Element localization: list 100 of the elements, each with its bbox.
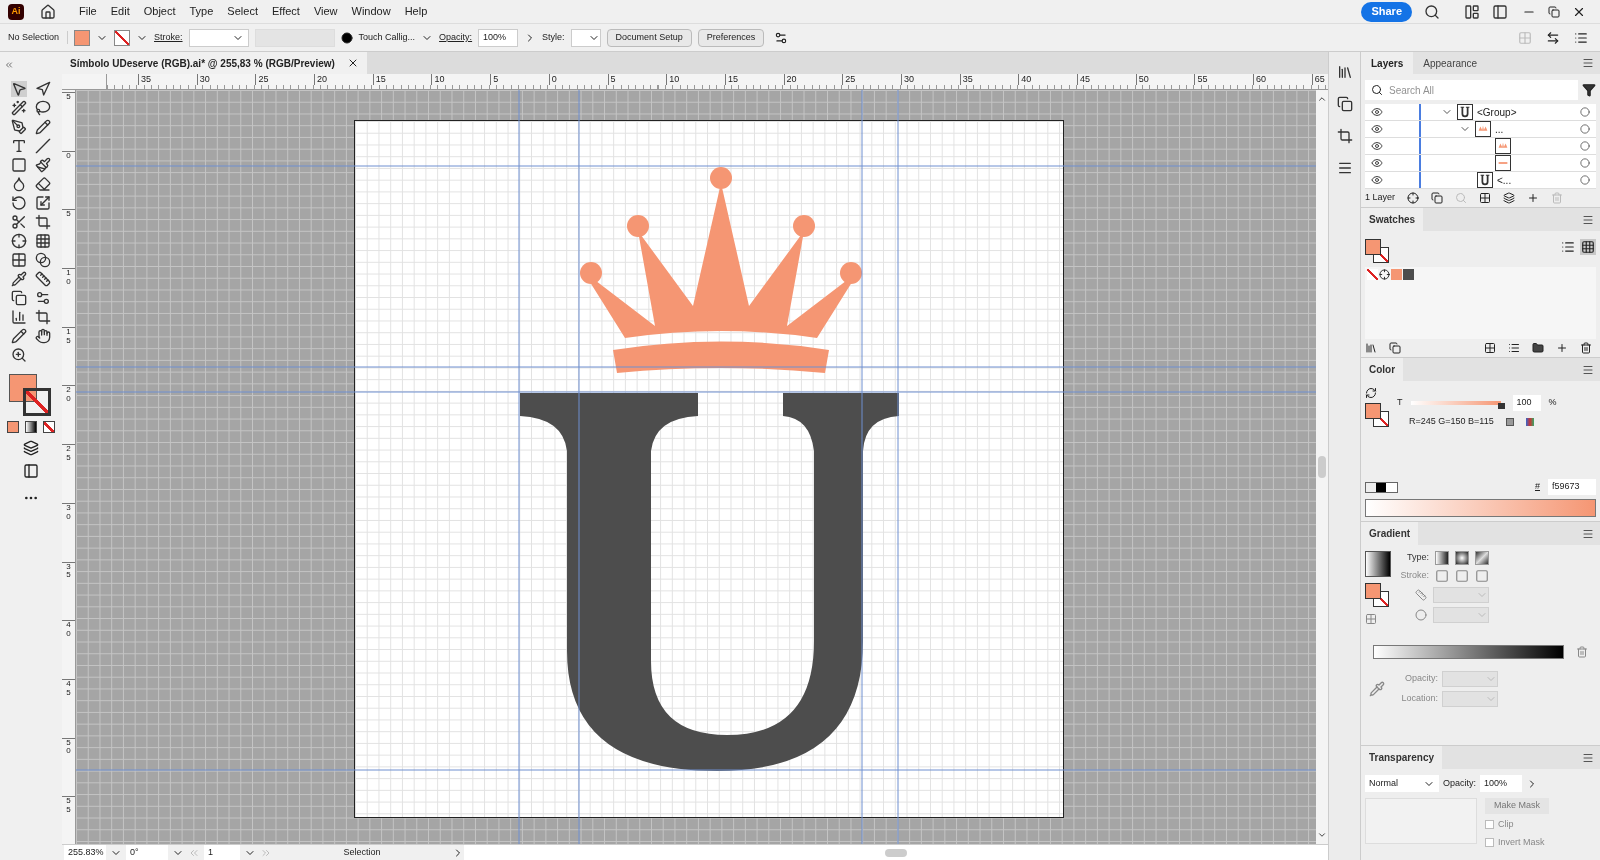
color-ramp[interactable] [1365, 499, 1596, 517]
selection-tool-icon[interactable] [11, 81, 27, 97]
layer-name[interactable]: ... [1495, 121, 1504, 137]
share-button[interactable]: Share [1361, 1, 1412, 22]
panel-tab[interactable]: Transparency [1361, 746, 1443, 769]
home-icon[interactable] [40, 3, 56, 20]
menu-item[interactable]: Edit [103, 3, 137, 20]
none-mode-icon[interactable] [43, 421, 55, 433]
radial-gradient-icon[interactable] [1455, 551, 1469, 565]
eraser-icon[interactable] [35, 176, 51, 192]
visibility-icon[interactable] [1371, 140, 1383, 152]
filter-icon[interactable] [1582, 83, 1596, 97]
tint-field[interactable]: 100 [1512, 395, 1541, 411]
linear-gradient-icon[interactable] [1435, 551, 1449, 565]
visibility-icon[interactable] [1371, 174, 1383, 186]
screen-mode-icon[interactable] [23, 463, 39, 479]
restore-icon[interactable] [1548, 5, 1560, 18]
fill-stroke-icon[interactable] [1365, 239, 1389, 263]
rotation-field[interactable]: 0° [126, 845, 168, 860]
graph-tool-icon[interactable] [11, 309, 27, 325]
opacity-field[interactable]: 100% [478, 28, 519, 47]
panel-tab[interactable]: Swatches [1361, 208, 1424, 231]
type-tool-icon[interactable] [11, 138, 27, 154]
list-view-icon[interactable] [1560, 239, 1576, 255]
menu-item[interactable]: Window [344, 3, 398, 20]
menu-item[interactable]: Effect [264, 3, 307, 20]
panel-menu-icon[interactable] [1582, 751, 1594, 764]
gradient-preview[interactable] [1365, 551, 1391, 577]
menu-item[interactable]: File [72, 3, 104, 20]
curvature-pen-icon[interactable] [35, 119, 51, 135]
layer-name[interactable]: <Group> [1477, 104, 1517, 120]
grayscale-icon[interactable] [1505, 417, 1514, 426]
pen-tool-icon[interactable] [11, 119, 27, 135]
delete-icon[interactable] [1580, 342, 1592, 354]
checkbox[interactable] [1485, 837, 1494, 847]
panel-tab[interactable]: Gradient [1361, 522, 1419, 545]
gradient-mode-icon[interactable] [25, 421, 37, 433]
tint-slider-thumb[interactable] [1497, 403, 1505, 409]
layer-name[interactable]: <... [1497, 172, 1512, 188]
artboard-field[interactable]: 1 [204, 845, 240, 860]
fill-color-swatch[interactable] [9, 374, 37, 402]
new-swatch-icon[interactable] [1556, 342, 1568, 354]
freeform-gradient-icon[interactable] [1475, 551, 1489, 565]
scale-tool-icon[interactable] [35, 195, 51, 211]
fill-stroke-icon[interactable] [1365, 583, 1389, 607]
libraries-icon[interactable] [1336, 64, 1353, 80]
panel-menu-icon[interactable] [1582, 213, 1594, 226]
layers-search-field[interactable]: Search All [1365, 80, 1578, 100]
horizontal-scrollbar[interactable] [464, 845, 1328, 860]
rectangle-tool-icon[interactable] [11, 157, 27, 173]
current-tool-label[interactable]: Selection [272, 845, 452, 860]
default-colors-swatch[interactable] [1365, 481, 1398, 493]
stroke-none-icon[interactable] [23, 388, 51, 416]
measure-tool-icon[interactable] [35, 271, 51, 287]
grid-view-icon[interactable] [1580, 239, 1596, 255]
make-mask-button[interactable]: Make Mask [1485, 798, 1549, 814]
panel-tab[interactable]: Layers [1361, 52, 1414, 74]
gradient-tool-icon[interactable] [35, 252, 51, 268]
hand-tool-icon[interactable] [35, 328, 51, 344]
panel-menu-icon[interactable] [1582, 57, 1594, 69]
properties-menu-icon[interactable] [1574, 30, 1588, 45]
stroke-none-icon[interactable] [114, 29, 131, 46]
brush-dropdown[interactable]: Touch Callig... [358, 30, 416, 45]
visibility-icon[interactable] [1371, 157, 1383, 169]
line-tool-icon[interactable] [35, 138, 51, 154]
panel-menu-icon[interactable] [1582, 527, 1594, 540]
swap-icon[interactable] [1365, 387, 1377, 399]
zoom-field[interactable]: 255.83% [64, 845, 106, 860]
panel-menu-icon[interactable] [1582, 363, 1594, 376]
menu-item[interactable]: Type [182, 3, 221, 20]
blend-mode-dropdown[interactable]: Normal [1365, 775, 1439, 792]
scroll-down-icon[interactable] [1317, 830, 1327, 840]
eyedropper-icon[interactable] [11, 271, 27, 287]
panel-tab[interactable]: Color [1361, 358, 1404, 381]
color-mode-icon[interactable] [7, 421, 19, 433]
visibility-icon[interactable] [1371, 106, 1383, 118]
vertical-scrollbar[interactable] [1316, 90, 1328, 844]
workspace-icon[interactable] [1464, 3, 1480, 20]
registration-swatch-icon[interactable] [1379, 269, 1390, 280]
new-group-icon[interactable] [1532, 342, 1544, 354]
visibility-icon[interactable] [1371, 123, 1383, 135]
mesh-tool-icon[interactable] [11, 252, 27, 268]
color-swatch[interactable] [1403, 269, 1414, 280]
checkbox[interactable] [1485, 820, 1494, 830]
opacity-field[interactable]: 100% [1480, 775, 1522, 792]
menu-item[interactable]: Select [220, 3, 265, 20]
toolbar-button[interactable]: Preferences [697, 28, 765, 47]
paintbrush-icon[interactable] [35, 157, 51, 173]
menu-item[interactable]: Help [397, 3, 435, 20]
lasso-icon[interactable] [35, 100, 51, 116]
panel-tab[interactable]: Appearance [1413, 52, 1488, 74]
menu-item[interactable]: View [306, 3, 345, 20]
document-tab[interactable]: Símbolo UDeserve (RGB).ai* @ 255,83 % (RGB/Preview) [62, 52, 367, 74]
stroke-weight-field[interactable] [188, 28, 249, 47]
scroll-thumb[interactable] [1318, 456, 1326, 478]
pencil-tool-icon[interactable] [11, 328, 27, 344]
toolbar-button[interactable]: Document Setup [606, 28, 692, 47]
delete-stop-icon[interactable] [1576, 646, 1588, 658]
fill-swatch[interactable] [74, 29, 91, 46]
scroll-thumb[interactable] [885, 848, 907, 857]
